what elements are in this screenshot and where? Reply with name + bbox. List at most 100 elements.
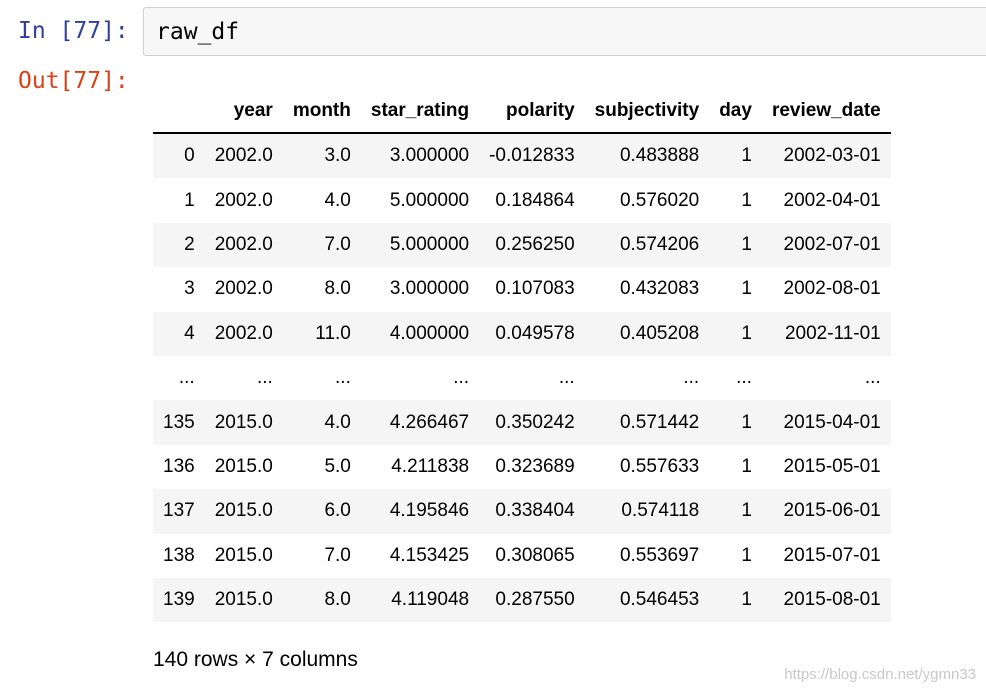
table-cell: 0.432083 — [584, 267, 710, 312]
row-index-cell: 1 — [153, 178, 205, 223]
table-cell: 2002.0 — [204, 178, 283, 223]
table-cell: 0.553697 — [584, 533, 710, 578]
table-cell: 2002.0 — [204, 267, 283, 312]
table-cell: 5.000000 — [360, 178, 480, 223]
table-cell: ... — [282, 355, 361, 401]
row-index-cell: 2 — [153, 222, 205, 268]
table-cell: 11.0 — [282, 311, 361, 356]
table-cell: 0.338404 — [479, 489, 585, 534]
table-cell: 2002.0 — [204, 311, 283, 356]
table-cell: 2015.0 — [204, 489, 283, 534]
table-cell: 7.0 — [282, 533, 361, 578]
output-prompt: Out[77]: — [18, 68, 129, 94]
table-cell: ... — [761, 355, 891, 401]
table-cell: 0.574118 — [584, 489, 710, 534]
table-cell: 2015-06-01 — [761, 489, 891, 534]
column-header-polarity: polarity — [479, 89, 585, 134]
table-row: 136 2015.0 5.0 4.211838 0.323689 0.557633 1 201… — [153, 444, 891, 490]
table-cell: ... — [204, 355, 283, 401]
table-cell: 3.0 — [282, 133, 361, 179]
table-cell: 4.266467 — [360, 400, 480, 445]
table-row: 0 2002.0 3.0 3.000000 -0.012833 0.483888 1 2002… — [153, 133, 891, 179]
table-cell: 2015.0 — [204, 444, 283, 490]
table-row: 4 2002.0 11.0 4.000000 0.049578 0.405208 1 2002… — [153, 311, 891, 356]
table-cell: ... — [584, 355, 710, 401]
column-header-month: month — [282, 89, 361, 134]
table-cell: 2002-07-01 — [761, 222, 891, 268]
table-cell: 1 — [709, 577, 762, 623]
table-cell: 7.0 — [282, 222, 361, 268]
column-header-review_date: review_date — [761, 89, 891, 134]
table-cell: 0.557633 — [584, 444, 710, 490]
table-cell: 1 — [709, 533, 762, 578]
table-row: 1 2002.0 4.0 5.000000 0.184864 0.576020 1 2002-… — [153, 178, 891, 223]
table-row: 3 2002.0 8.0 3.000000 0.107083 0.432083 1 2002-… — [153, 267, 891, 312]
table-cell: 5.0 — [282, 444, 361, 490]
table-cell: 4.000000 — [360, 311, 480, 356]
table-cell: 4.0 — [282, 178, 361, 223]
table-cell: 0.571442 — [584, 400, 710, 445]
table-row: ........................ — [153, 355, 891, 401]
table-cell: 3.000000 — [360, 267, 480, 312]
table-cell: 0.576020 — [584, 178, 710, 223]
table-cell: 4.119048 — [360, 577, 480, 623]
column-header-year: year — [204, 89, 283, 134]
table-cell: 2015-05-01 — [761, 444, 891, 490]
table-cell: ... — [709, 355, 762, 401]
row-index-cell: 137 — [153, 489, 205, 534]
table-cell: 8.0 — [282, 267, 361, 312]
code-cell[interactable]: raw_df — [143, 7, 986, 56]
table-row: 2 2002.0 7.0 5.000000 0.256250 0.574206 1 2002-… — [153, 222, 891, 268]
notebook-page: In [77]: raw_df Out[77]: year month star_r… — [0, 0, 986, 694]
table-cell: 2015-07-01 — [761, 533, 891, 578]
table-cell: 5.000000 — [360, 222, 480, 268]
table-cell: 1 — [709, 178, 762, 223]
table-cell: 4.195846 — [360, 489, 480, 534]
table-row: 138 2015.0 7.0 4.153425 0.308065 0.553697 1 201… — [153, 533, 891, 578]
column-header-day: day — [709, 89, 762, 134]
row-index-cell: 135 — [153, 400, 205, 445]
column-header-star_rating: star_rating — [360, 89, 480, 134]
table-cell: 2002-04-01 — [761, 178, 891, 223]
table-row: 139 2015.0 8.0 4.119048 0.287550 0.546453 1 201… — [153, 577, 891, 623]
table-cell: 1 — [709, 489, 762, 534]
table-cell: 0.323689 — [479, 444, 585, 490]
code-text[interactable]: raw_df — [156, 17, 239, 47]
table-cell: 0.184864 — [479, 178, 585, 223]
table-cell: 1 — [709, 400, 762, 445]
table-cell: 0.256250 — [479, 222, 585, 268]
table-cell: 2015.0 — [204, 533, 283, 578]
table-cell: ... — [360, 355, 480, 401]
table-cell: 2002-08-01 — [761, 267, 891, 312]
table-cell: 0.107083 — [479, 267, 585, 312]
table-cell: 0.405208 — [584, 311, 710, 356]
table-cell: 0.574206 — [584, 222, 710, 268]
row-index-cell: 0 — [153, 133, 205, 179]
column-header-subjectivity: subjectivity — [584, 89, 710, 134]
table-cell: 0.350242 — [479, 400, 585, 445]
input-prompt: In [77]: — [18, 18, 129, 44]
table-cell: 2015-04-01 — [761, 400, 891, 445]
table-cell: 6.0 — [282, 489, 361, 534]
table-cell: 0.308065 — [479, 533, 585, 578]
table-cell: 1 — [709, 311, 762, 356]
table-cell: 0.546453 — [584, 577, 710, 623]
table-cell: 1 — [709, 267, 762, 312]
table-cell: 8.0 — [282, 577, 361, 623]
row-index-cell: 4 — [153, 311, 205, 356]
table-cell: 2002.0 — [204, 222, 283, 268]
table-cell: -0.012833 — [479, 133, 585, 179]
index-header — [153, 89, 205, 134]
row-index-cell: ... — [153, 355, 205, 401]
row-index-cell: 3 — [153, 267, 205, 312]
table-cell: 1 — [709, 222, 762, 268]
table-cell: 4.0 — [282, 400, 361, 445]
table-cell: 2002-11-01 — [761, 311, 891, 356]
table-cell: 1 — [709, 133, 762, 179]
dataframe-shape: 140 rows × 7 columns — [153, 648, 358, 671]
table-cell: 2015.0 — [204, 400, 283, 445]
watermark: https://blog.csdn.net/ygmn33 — [784, 666, 976, 683]
table-cell: 4.211838 — [360, 444, 480, 490]
row-index-cell: 138 — [153, 533, 205, 578]
table-body: 0 2002.0 3.0 3.000000 -0.012833 0.483888 1 2002… — [153, 133, 891, 623]
